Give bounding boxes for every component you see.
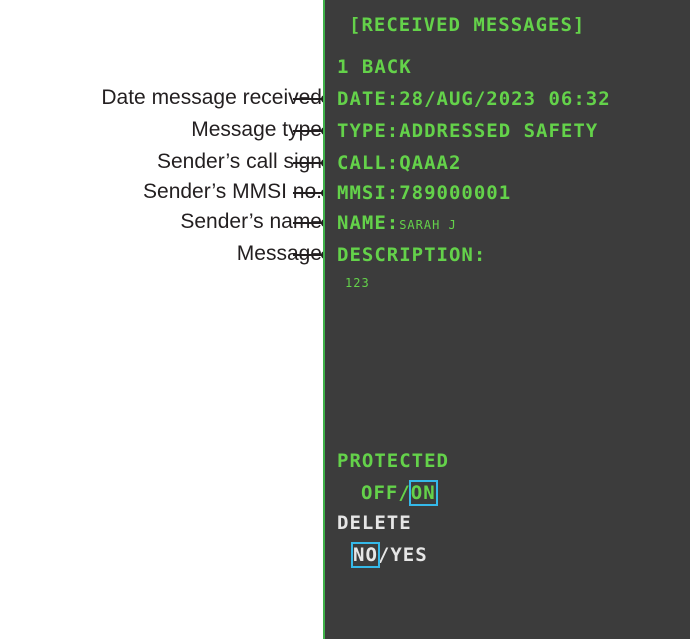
leader-line-call bbox=[293, 159, 329, 167]
date-field: DATE:28/AUG/2023 06:32 bbox=[337, 88, 611, 110]
mmsi-field: MMSI:789000001 bbox=[337, 182, 512, 204]
screen-title: [RECEIVED MESSAGES] bbox=[349, 14, 586, 36]
leader-line-date bbox=[293, 95, 329, 103]
leader-line-name bbox=[293, 219, 329, 227]
protected-options: OFF/ON bbox=[361, 480, 438, 506]
received-messages-screen: [RECEIVED MESSAGES] 1 BACK DATE:28/AUG/2… bbox=[323, 0, 690, 639]
protected-separator: / bbox=[398, 482, 411, 504]
protected-on-option[interactable]: ON bbox=[408, 480, 438, 506]
leader-line-mmsi bbox=[293, 189, 329, 197]
leader-line-type bbox=[293, 127, 329, 135]
delete-no-option[interactable]: NO bbox=[351, 542, 380, 568]
protected-off-option[interactable]: OFF bbox=[361, 482, 398, 504]
type-field: TYPE:ADDRESSED SAFETY bbox=[337, 120, 599, 142]
call-field: CALL:QAAA2 bbox=[337, 152, 462, 174]
callout-date-received: Date message received bbox=[101, 86, 322, 109]
delete-label: DELETE bbox=[337, 512, 412, 534]
description-label: DESCRIPTION: bbox=[337, 244, 487, 266]
back-menu-item[interactable]: 1 BACK bbox=[337, 56, 412, 78]
delete-yes-option[interactable]: YES bbox=[390, 544, 427, 566]
description-value: 123 bbox=[345, 276, 370, 290]
leader-line-message bbox=[293, 251, 329, 259]
name-field: NAME:SARAH J bbox=[337, 212, 457, 234]
delete-separator: / bbox=[377, 544, 391, 566]
delete-options: NO/YES bbox=[351, 542, 428, 568]
name-value: SARAH J bbox=[399, 218, 457, 232]
protected-label: PROTECTED bbox=[337, 450, 449, 472]
name-label: NAME: bbox=[337, 212, 400, 234]
